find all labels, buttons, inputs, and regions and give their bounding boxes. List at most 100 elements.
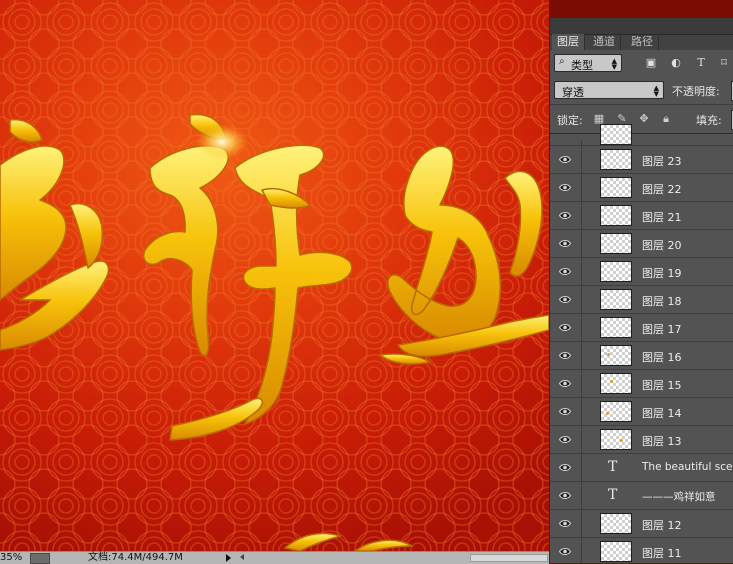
layer-name[interactable]: 图层 20 [642, 237, 682, 253]
layer-thumbnail[interactable] [600, 513, 632, 534]
text-layer-icon: T [608, 459, 618, 475]
layer-thumbnail[interactable] [600, 233, 632, 254]
eye-icon[interactable] [559, 379, 571, 388]
column-divider [581, 146, 582, 173]
blend-mode-select[interactable]: 穿透 ▲ ▼ [554, 81, 664, 99]
layer-name[interactable]: ———鸡祥如意 [642, 489, 716, 504]
eye-icon[interactable] [559, 463, 571, 472]
layer-row-text[interactable]: T ———鸡祥如意 [550, 482, 733, 510]
layer-thumbnail[interactable] [600, 373, 632, 394]
tab-paths[interactable]: 路径 [626, 34, 659, 50]
layer-row[interactable]: 图层 16 [550, 342, 733, 370]
lock-fill-row: 锁定: ▦ ✎ ✥ 🔒︎ 填充: [550, 105, 733, 134]
layer-name[interactable]: 图层 23 [642, 153, 682, 169]
layer-name[interactable]: 图层 13 [642, 433, 682, 449]
layer-thumbnail[interactable] [600, 345, 632, 366]
layer-row-text[interactable]: T The beautiful scen [550, 454, 733, 482]
column-divider [581, 426, 582, 453]
eye-icon[interactable] [559, 239, 571, 248]
layer-name[interactable]: The beautiful scen [642, 461, 733, 473]
layer-name[interactable]: 图层 12 [642, 517, 682, 533]
thumbnail-content [610, 380, 613, 383]
tab-channels[interactable]: 通道 [588, 34, 621, 50]
column-divider [581, 286, 582, 313]
layer-thumbnail[interactable] [600, 177, 632, 198]
scroll-left-icon[interactable] [240, 554, 244, 560]
adjustment-filter-icon[interactable]: ◐ [670, 57, 682, 68]
layer-row[interactable]: 图层 17 [550, 314, 733, 342]
column-divider [581, 370, 582, 397]
layer-name[interactable]: 图层 11 [642, 545, 682, 561]
eye-icon[interactable] [559, 519, 571, 528]
updown-caret-icon: ▲ ▼ [611, 57, 617, 71]
status-menu-arrow-icon[interactable] [226, 554, 231, 562]
text-layer-icon: T [608, 487, 618, 503]
blend-mode-value: 穿透 [562, 86, 584, 99]
column-divider [581, 174, 582, 201]
layer-thumbnail[interactable] [600, 149, 632, 170]
shape-filter-icon[interactable]: ⌑ [718, 57, 730, 68]
eye-icon[interactable] [559, 351, 571, 360]
eye-icon[interactable] [559, 155, 571, 164]
layer-name[interactable]: 图层 15 [642, 377, 682, 393]
column-divider [581, 258, 582, 285]
eye-icon[interactable] [559, 323, 571, 332]
layer-name[interactable]: 图层 19 [642, 265, 682, 281]
eye-icon[interactable] [559, 183, 571, 192]
status-bar: 35% 文档:74.4M/494.7M [0, 551, 549, 564]
filter-kind-select[interactable]: ⌕ 类型 ▲ ▼ [554, 54, 622, 72]
horizontal-scrollbar[interactable] [470, 554, 548, 562]
layer-thumbnail[interactable] [600, 541, 632, 562]
eye-icon[interactable] [559, 547, 571, 556]
layer-row[interactable]: 图层 18 [550, 286, 733, 314]
zoom-preview-icon[interactable] [30, 553, 50, 564]
column-divider [581, 202, 582, 229]
column-divider [581, 510, 582, 537]
eye-icon[interactable] [559, 491, 571, 500]
layer-row[interactable]: 图层 23 [550, 146, 733, 174]
layer-filter-row: ⌕ 类型 ▲ ▼ ▣ ◐ T ⌑ [550, 50, 733, 76]
layer-name[interactable]: 图层 22 [642, 181, 682, 197]
blend-opacity-row: 穿透 ▲ ▼ 不透明度: [550, 76, 733, 105]
layer-name[interactable]: 图层 16 [642, 349, 682, 365]
layer-thumbnail[interactable] [600, 261, 632, 282]
panel-tab-bar: 图层 通道 路径 [550, 18, 733, 50]
type-filter-icon[interactable]: T [695, 57, 707, 68]
layers-panel: 图层 通道 路径 ⌕ 类型 ▲ ▼ ▣ ◐ T ⌑ 穿透 ▲ ▼ 不透明度: 锁定:… [549, 18, 733, 563]
layer-row[interactable]: 图层 15 [550, 370, 733, 398]
layer-row[interactable]: 图层 22 [550, 174, 733, 202]
layer-thumbnail[interactable] [600, 401, 632, 422]
layer-thumbnail[interactable] [600, 289, 632, 310]
layer-row[interactable]: 图层 11 [550, 538, 733, 563]
layer-thumbnail[interactable] [600, 429, 632, 450]
layer-name[interactable]: 图层 14 [642, 405, 682, 421]
layer-row[interactable]: 图层 14 [550, 398, 733, 426]
eye-icon[interactable] [559, 211, 571, 220]
updown-caret-icon: ▲ ▼ [653, 84, 659, 98]
layer-thumbnail[interactable] [600, 205, 632, 226]
lock-position-icon[interactable]: ✥ [638, 113, 650, 125]
search-icon: ⌕ [559, 56, 565, 67]
layer-thumbnail[interactable] [600, 317, 632, 338]
eye-icon[interactable] [559, 267, 571, 276]
tab-layers[interactable]: 图层 [552, 34, 585, 50]
thumbnail-content [606, 412, 609, 415]
document-canvas[interactable] [0, 0, 549, 551]
eye-icon[interactable] [559, 295, 571, 304]
layer-row[interactable]: 图层 21 [550, 202, 733, 230]
layer-name[interactable]: 图层 21 [642, 209, 682, 225]
layer-row[interactable]: 图层 13 [550, 426, 733, 454]
layer-name[interactable]: 图层 17 [642, 321, 682, 337]
filter-kind-value: 类型 [571, 59, 593, 72]
lock-all-icon[interactable]: 🔒︎ [660, 113, 672, 125]
layer-name[interactable]: 图层 18 [642, 293, 682, 309]
eye-icon[interactable] [559, 407, 571, 416]
zoom-level[interactable]: 35% [0, 552, 22, 564]
layer-row[interactable]: 图层 19 [550, 258, 733, 286]
layer-row[interactable]: 图层 20 [550, 230, 733, 258]
lock-label: 锁定: [557, 114, 583, 127]
eye-icon[interactable] [559, 435, 571, 444]
layer-row[interactable]: 图层 12 [550, 510, 733, 538]
opacity-label: 不透明度: [672, 85, 720, 98]
image-filter-icon[interactable]: ▣ [645, 57, 657, 68]
